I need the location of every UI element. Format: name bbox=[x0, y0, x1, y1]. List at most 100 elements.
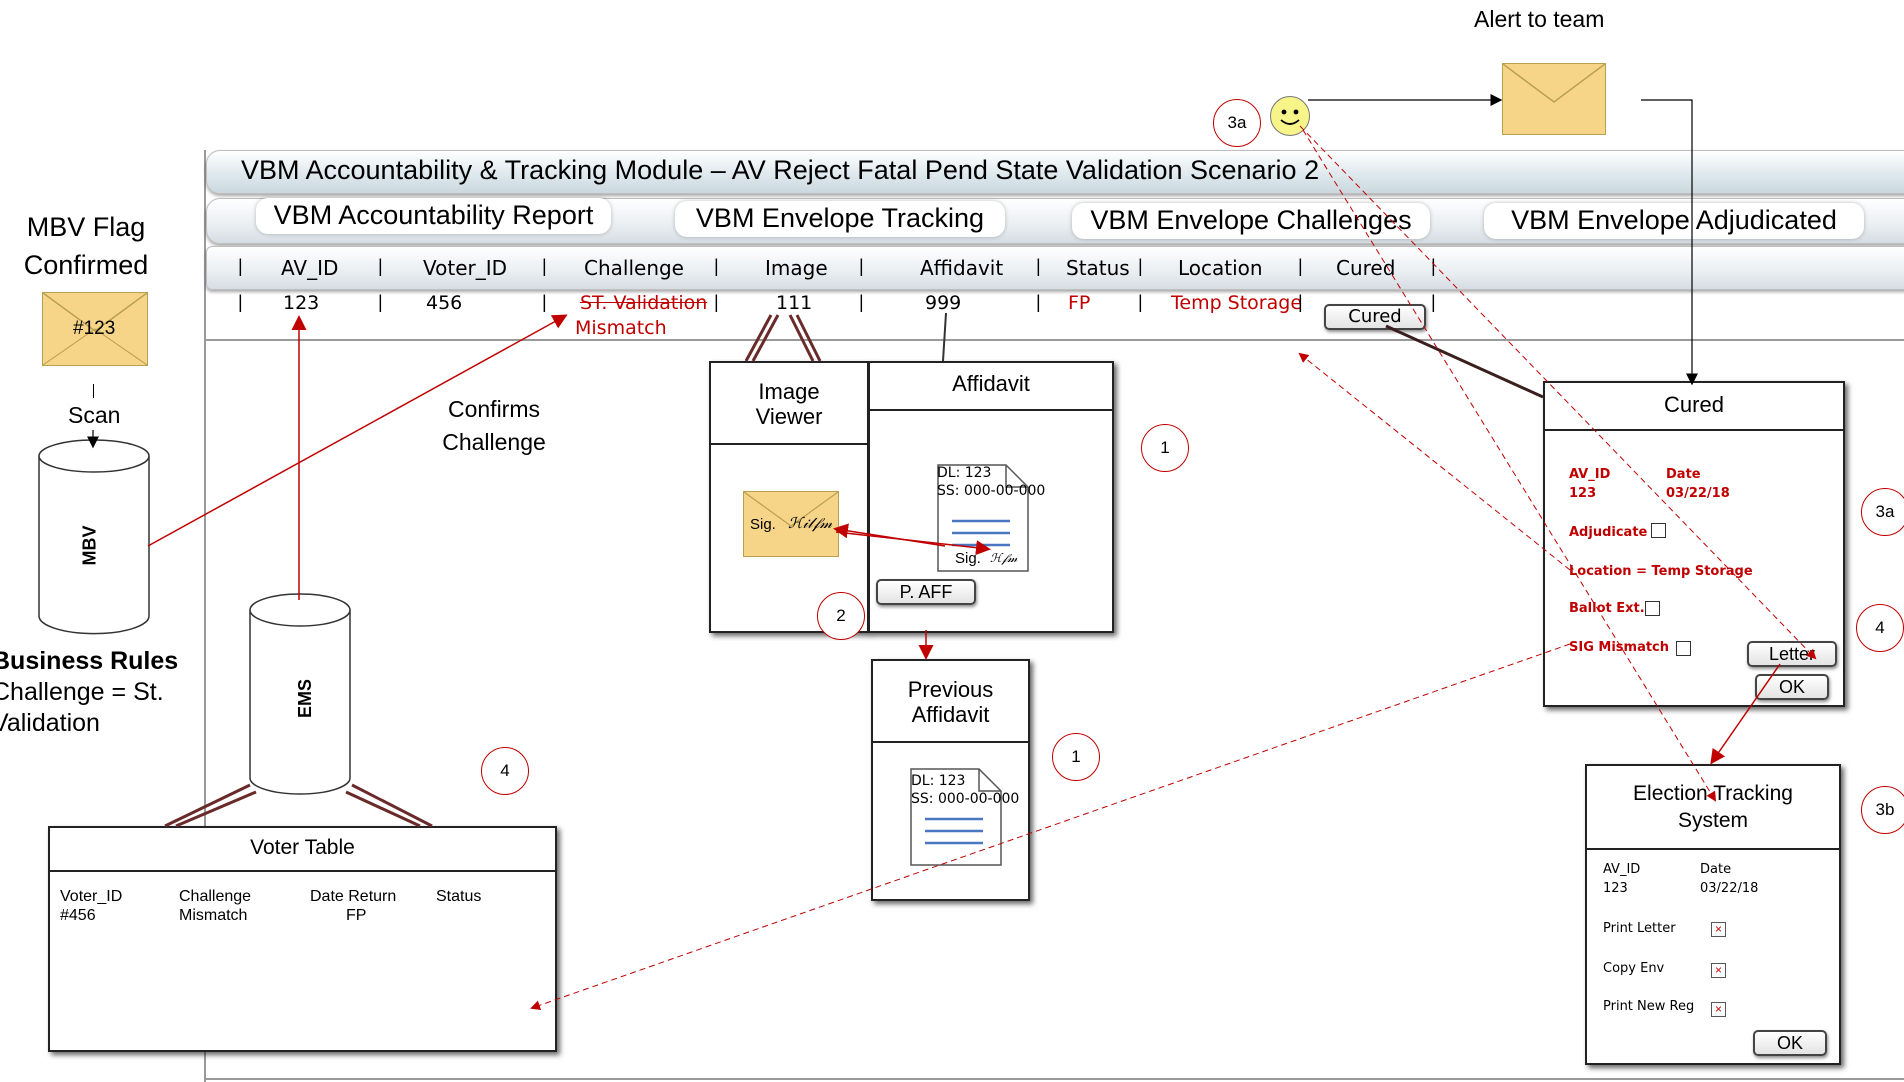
location-to-table-arrow bbox=[1298, 352, 1571, 571]
mbv-flag-line2: Confirmed bbox=[23, 250, 149, 280]
row-location: Temp Storage bbox=[1171, 292, 1303, 314]
cured-ok-button[interactable]: OK bbox=[1755, 674, 1829, 700]
image-viewer-sig-label: Sig. bbox=[750, 516, 776, 533]
scan-label: Scan bbox=[68, 402, 121, 428]
business-rules-title: Business Rules bbox=[0, 647, 179, 675]
affidavit-signature-icon: ℋ𝒻𝓂 bbox=[990, 551, 1018, 565]
election-tracking-title-line1: Election Tracking bbox=[1633, 782, 1793, 805]
col-separator: | bbox=[238, 292, 243, 312]
step-marker-1: 1 bbox=[1052, 733, 1100, 781]
confirms-challenge-label: Confirms Challenge bbox=[436, 393, 552, 459]
voter-table-cell-voter-id: #456 bbox=[60, 907, 96, 924]
affidavit-link bbox=[942, 312, 947, 362]
cured-panel-link bbox=[1385, 324, 1544, 399]
print-letter-label: Print Letter bbox=[1603, 921, 1676, 936]
affidavit-ss: SS: 000-00-000 bbox=[937, 483, 1046, 499]
sig-mismatch-to-voter-table-arrow bbox=[530, 643, 1571, 1011]
module-title-bar: VBM Accountability & Tracking Module – A… bbox=[206, 150, 1904, 194]
alert-envelope-icon bbox=[1502, 63, 1606, 135]
smiley-icon bbox=[1270, 96, 1310, 136]
tab-accountability-report[interactable]: VBM Accountability Report bbox=[256, 198, 611, 234]
ets-ok-button[interactable]: OK bbox=[1753, 1030, 1827, 1056]
header-cured: Cured bbox=[1336, 256, 1396, 280]
confirms-line2: Challenge bbox=[442, 429, 546, 455]
tab-envelope-challenges[interactable]: VBM Envelope Challenges bbox=[1072, 203, 1430, 239]
mbv-database-icon bbox=[38, 439, 150, 635]
sig-mismatch-checkbox[interactable] bbox=[1676, 641, 1691, 656]
step-marker-3a: 3a bbox=[1213, 99, 1261, 147]
election-tracking-header: Election Tracking System bbox=[1587, 766, 1839, 850]
business-rules-line2: Validation bbox=[0, 709, 100, 737]
row-image[interactable]: 111 bbox=[776, 292, 812, 314]
print-letter-checkbox[interactable]: × bbox=[1711, 922, 1726, 937]
col-separator: | bbox=[1138, 292, 1143, 312]
row-challenge-line1: ST. Validation bbox=[580, 292, 708, 314]
image-viewer-title-line1: Image bbox=[758, 379, 820, 404]
tab-envelope-tracking[interactable]: VBM Envelope Tracking bbox=[675, 201, 1005, 237]
step-marker-2: 2 bbox=[817, 592, 865, 640]
signature-envelope-image[interactable]: Sig. ℋ𝒾𝓁𝒻𝓂 bbox=[743, 491, 839, 557]
business-rules-line1: Challenge = St. bbox=[0, 678, 164, 706]
mbv-flag-line1: MBV Flag bbox=[26, 212, 146, 242]
signature-scribble-icon: ℋ𝒾𝓁𝒻𝓂 bbox=[788, 514, 833, 532]
previous-affidavit-dl: DL: 123 bbox=[911, 773, 966, 789]
row-affidavit[interactable]: 999 bbox=[925, 292, 961, 314]
adjudicate-label: Adjudicate bbox=[1569, 525, 1648, 540]
table-bottom-line bbox=[206, 339, 1904, 341]
ets-date: 03/22/18 bbox=[1700, 881, 1759, 896]
step-marker-3a: 3a bbox=[1861, 488, 1904, 536]
col-separator: | bbox=[1036, 256, 1041, 276]
copy-env-checkbox[interactable]: × bbox=[1711, 963, 1726, 978]
col-separator: | bbox=[1298, 292, 1303, 312]
election-tracking-title-line2: System bbox=[1677, 809, 1748, 832]
previous-affidavit-header: Previous Affidavit bbox=[873, 661, 1028, 743]
row-challenge-line2: Mismatch bbox=[575, 317, 667, 339]
ballot-ext-label: Ballot Ext. bbox=[1569, 601, 1645, 616]
previous-affidavit-title-line2: Affidavit bbox=[911, 702, 990, 727]
mbv-envelope-icon: #123 bbox=[42, 292, 148, 366]
mbv-flag-label: MBV Flag Confirmed bbox=[0, 208, 172, 284]
location-label: Location = Temp Storage bbox=[1569, 564, 1753, 579]
cured-av-id-label: AV_ID bbox=[1569, 467, 1611, 482]
p-aff-button[interactable]: P. AFF bbox=[876, 579, 976, 605]
module-frame-bottom bbox=[204, 1078, 1904, 1080]
ballot-ext-checkbox[interactable] bbox=[1645, 601, 1660, 616]
alert-label: Alert to team bbox=[1474, 6, 1605, 32]
header-voter-id: Voter_ID bbox=[423, 256, 508, 280]
cured-panel-header: Cured bbox=[1545, 383, 1843, 431]
cured-date: 03/22/18 bbox=[1666, 486, 1730, 501]
cured-panel: Cured AV_ID 123 Date 03/22/18 Adjudicate… bbox=[1543, 381, 1845, 707]
col-separator: | bbox=[859, 256, 864, 276]
previous-affidavit-panel: Previous Affidavit DL: 123 SS: 000-00-00… bbox=[871, 659, 1030, 901]
col-separator: | bbox=[1138, 256, 1143, 276]
voter-table-col-voter-id: Voter_ID bbox=[60, 888, 123, 905]
image-viewer-header: Image Viewer bbox=[711, 363, 867, 445]
header-av-id: AV_ID bbox=[281, 256, 339, 280]
step-marker-3b: 3b bbox=[1861, 786, 1904, 834]
election-tracking-panel: Election Tracking System AV_ID 123 Date … bbox=[1585, 764, 1841, 1065]
mbv-envelope-label: #123 bbox=[73, 318, 116, 339]
print-new-reg-checkbox[interactable]: × bbox=[1711, 1002, 1726, 1017]
tab-envelope-adjudicated[interactable]: VBM Envelope Adjudicated bbox=[1484, 203, 1864, 239]
col-separator: | bbox=[542, 256, 547, 276]
module-title: VBM Accountability & Tracking Module – A… bbox=[241, 155, 1320, 185]
ems-db-label: EMS bbox=[295, 678, 316, 719]
print-new-reg-label: Print New Reg bbox=[1603, 999, 1695, 1014]
voter-table-cell-date-return: FP bbox=[346, 907, 367, 924]
col-separator: | bbox=[1431, 256, 1436, 276]
affidavit-header: Affidavit bbox=[870, 363, 1112, 411]
col-separator: | bbox=[1298, 256, 1303, 276]
header-affidavit: Affidavit bbox=[920, 256, 1004, 280]
voter-table-cell-challenge: Mismatch bbox=[179, 907, 248, 924]
header-location: Location bbox=[1178, 256, 1263, 280]
adjudicate-checkbox[interactable] bbox=[1651, 523, 1666, 538]
affidavit-sig-label: Sig. bbox=[955, 550, 981, 567]
col-separator: | bbox=[714, 256, 719, 276]
scan-tick bbox=[93, 384, 94, 398]
col-separator: | bbox=[714, 292, 719, 312]
cured-button[interactable]: Cured bbox=[1324, 304, 1426, 330]
header-challenge: Challenge bbox=[584, 256, 684, 280]
previous-affidavit-ss: SS: 000-00-000 bbox=[911, 791, 1020, 807]
letter-button[interactable]: Letter bbox=[1747, 641, 1837, 667]
step-marker-4: 4 bbox=[1856, 604, 1904, 652]
